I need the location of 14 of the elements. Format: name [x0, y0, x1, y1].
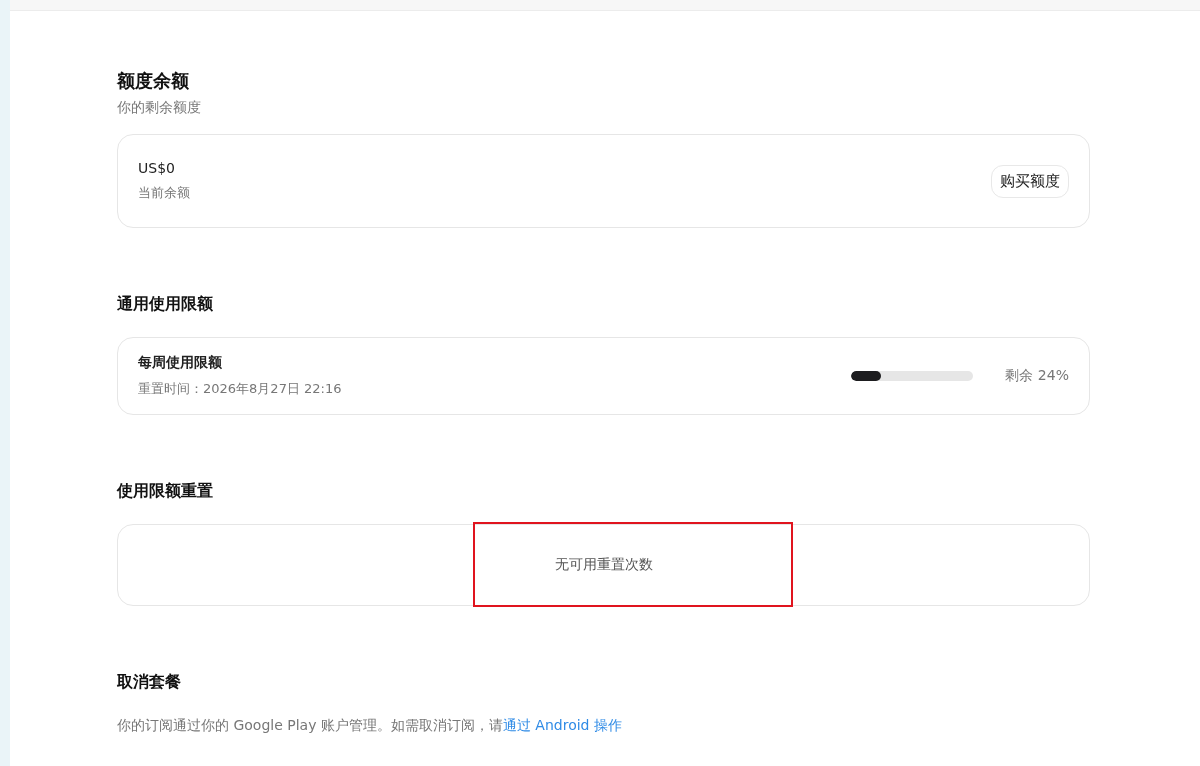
empty-message: 无可用重置次数	[554, 556, 653, 574]
section-title: 额度余额	[117, 69, 190, 93]
balance-label: 当前余额	[138, 184, 190, 202]
section-subtitle: 你的剩余额度	[117, 99, 202, 117]
reset-time: 重置时间：2026年8月27日 22:16	[138, 380, 342, 398]
section-title: 取消套餐	[117, 672, 182, 693]
section-title: 通用使用限额	[117, 294, 214, 315]
buy-credits-button[interactable]: 购买额度	[991, 164, 1069, 198]
section-title: 使用限额重置	[117, 481, 214, 502]
balance-amount: US$0	[138, 160, 176, 176]
limit-name: 每周使用限额	[138, 354, 223, 372]
cancel-description: 你的订阅通过你的 Google Play 账户管理。如需取消订阅，请通过 Android 操作	[117, 717, 623, 735]
android-link[interactable]: 通过 Android 操作	[502, 717, 622, 733]
remaining-reading: 剩余 24%	[1005, 367, 1069, 385]
